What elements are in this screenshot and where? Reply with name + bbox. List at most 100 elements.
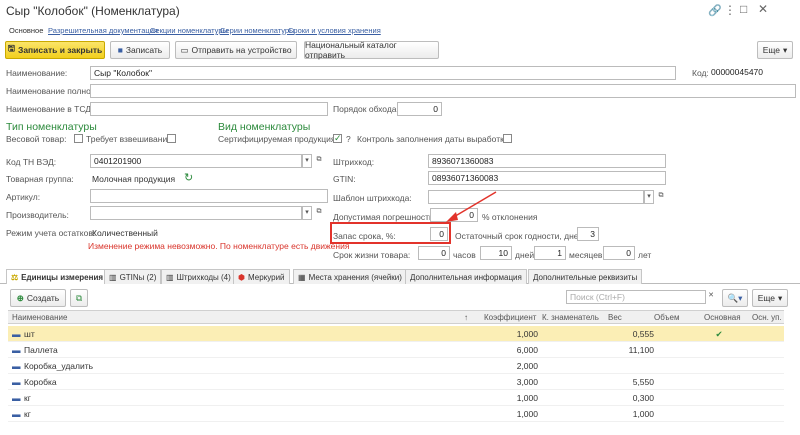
article-input[interactable] <box>90 189 328 203</box>
copy-button[interactable]: ⧉ <box>70 289 88 307</box>
close-icon[interactable]: ✕ <box>758 2 768 16</box>
code-field: 00000045470 <box>708 66 796 80</box>
tab-sections[interactable]: Секции номенклатуры <box>150 26 228 35</box>
barcode-template-label: Шаблон штрихкода: <box>333 193 412 203</box>
tab-storage[interactable]: Сроки и условия хранения <box>288 26 381 35</box>
col-coef[interactable]: Коэффициент <box>484 313 536 322</box>
more-vert-icon[interactable]: ⋮ <box>724 3 736 17</box>
tab-units[interactable]: ⚖ Единицы измерения <box>6 269 109 284</box>
annotation-arrow <box>446 191 497 222</box>
fullname-label: Наименование полное: <box>6 86 98 96</box>
col-main[interactable]: Основная <box>704 313 741 322</box>
group-label: Товарная группа: <box>6 174 74 184</box>
cell-weight: 5,550 <box>632 377 654 387</box>
years-unit: лет <box>638 250 652 260</box>
cell-name: кг <box>24 393 31 403</box>
toolbar: 🖫 Записать и закрыть ■ Записать ▭ Отправить… <box>0 40 800 62</box>
table-row[interactable]: ▬ кг 1,000 1,000 <box>8 406 784 422</box>
hours-unit: часов <box>453 250 476 260</box>
maker-input[interactable] <box>90 206 302 220</box>
gtin-input[interactable]: 08936071360083 <box>428 171 666 185</box>
tnved-input[interactable]: 0401201900 <box>90 154 302 168</box>
maximize-icon[interactable]: □ <box>740 2 747 16</box>
search-button[interactable]: 🔍▾ <box>722 289 748 307</box>
tab-additional-props[interactable]: Дополнительные реквизиты <box>528 269 643 284</box>
table-row[interactable]: ▬ кг 1,000 0,300 <box>8 390 784 406</box>
refresh-icon[interactable]: ↻ <box>184 171 193 184</box>
certified-help[interactable]: ? <box>346 134 351 144</box>
fullname-input[interactable] <box>90 84 796 98</box>
gtin-label: GTIN: <box>333 174 356 184</box>
certified-checkbox[interactable]: ✓ <box>333 134 342 143</box>
more-button[interactable]: Еще ▾ <box>757 41 793 59</box>
name-input[interactable]: Сыр "Колобок" <box>90 66 676 80</box>
open-link-icon[interactable]: ⧉ <box>314 206 324 220</box>
link-icon[interactable]: 🔗 <box>708 4 722 17</box>
order-input[interactable]: 0 <box>397 102 442 116</box>
mode-label: Режим учета остатков: <box>6 228 96 238</box>
mode-value: Количественный <box>92 228 158 238</box>
bottom-tabs: ⚖ Единицы измерения ▥ GTINы (2) ▥ Штрихкоды… <box>0 268 800 284</box>
chevron-down-icon[interactable]: ▾ <box>302 206 312 220</box>
units-table: Наименование ↑ Коэффициент К. знаменател… <box>8 310 784 435</box>
tab-storage-cells[interactable]: ▦ Места хранения (ячейки) <box>293 269 407 284</box>
days-input[interactable]: 10 <box>480 246 512 260</box>
col-weight[interactable]: Вес <box>608 313 622 322</box>
highlight-box <box>330 222 451 244</box>
weight-checkbox[interactable] <box>74 134 83 143</box>
tab-series[interactable]: Серии номенклатуры <box>220 26 295 35</box>
table-row[interactable]: ▬ Коробка 3,000 5,550 <box>8 374 784 390</box>
col-denom[interactable]: К. знаменатель <box>542 313 599 322</box>
residual-input[interactable]: 3 <box>577 227 599 241</box>
search-input[interactable]: Поиск (Ctrl+F) <box>566 290 706 304</box>
unit-icon: ▬ <box>12 409 21 419</box>
tab-barcodes[interactable]: ▥ Штрихкоды (4) <box>161 269 236 284</box>
save-button[interactable]: ■ Записать <box>110 41 170 59</box>
tab-permits[interactable]: Разрешительная документация <box>48 26 158 35</box>
tsd-name-input[interactable] <box>90 102 328 116</box>
cell-name: шт <box>24 329 35 339</box>
col-name[interactable]: Наименование <box>12 313 67 322</box>
maker-label: Производитель: <box>6 210 69 220</box>
table-row[interactable]: ▬ шт 1,000 0,555 ✔ <box>8 326 784 342</box>
chevron-down-icon[interactable]: ▾ <box>302 154 312 168</box>
tab-additional-info[interactable]: Дополнительная информация <box>405 269 527 284</box>
needs-weighing-checkbox[interactable] <box>167 134 176 143</box>
tolerance-label: Допустимая погрешность: <box>333 212 436 222</box>
weight-label: Весовой товар: <box>6 134 67 144</box>
chevron-down-icon[interactable]: ▾ <box>644 190 654 204</box>
col-main-pack[interactable]: Осн. уп. <box>752 313 782 322</box>
disk-icon: ■ <box>117 45 123 55</box>
article-label: Артикул: <box>6 192 41 202</box>
table-row[interactable]: ▬ Паллета 6,000 11,100 <box>8 342 784 358</box>
send-device-button[interactable]: ▭ Отправить на устройство <box>175 41 297 59</box>
tab-gtins[interactable]: ▥ GTINы (2) <box>104 269 162 284</box>
barcode-input[interactable]: 8936071360083 <box>428 154 666 168</box>
expiry-control-checkbox[interactable] <box>503 134 512 143</box>
months-input[interactable]: 1 <box>534 246 566 260</box>
name-label: Наименование: <box>6 68 68 78</box>
clear-icon[interactable]: ✕ <box>706 290 716 304</box>
cell-coef: 2,000 <box>516 361 538 371</box>
hours-input[interactable]: 0 <box>418 246 450 260</box>
tab-mercury[interactable]: ⬢ Меркурий <box>233 269 290 284</box>
tab-main[interactable]: Основное <box>9 26 43 35</box>
unit-icon: ▬ <box>12 345 21 355</box>
window-title: Сыр "Колобок" (Номенклатура) <box>6 4 180 18</box>
units-more-button[interactable]: Еще ▾ <box>752 289 788 307</box>
copy-icon: ⧉ <box>75 292 83 303</box>
open-link-icon[interactable]: ⧉ <box>314 154 324 168</box>
create-button[interactable]: ⊕ Создать <box>10 289 66 307</box>
national-catalog-button[interactable]: Национальный каталог отправить <box>304 40 439 60</box>
save-close-button[interactable]: 🖫 Записать и закрыть <box>5 41 105 59</box>
residual-label: Остаточный срок годности, дней: <box>455 231 586 241</box>
save-icon: 🖫 <box>7 43 15 53</box>
sort-icon[interactable]: ↑ <box>464 313 468 322</box>
open-link-icon[interactable]: ⧉ <box>656 190 666 204</box>
years-input[interactable]: 0 <box>603 246 635 260</box>
cell-name: кг <box>24 409 31 419</box>
kind-section-title: Вид номенклатуры <box>218 121 311 133</box>
table-row[interactable]: ▬ Коробка_удалить 2,000 <box>8 358 784 374</box>
cell-coef: 6,000 <box>516 345 538 355</box>
col-volume[interactable]: Объем <box>654 313 680 322</box>
